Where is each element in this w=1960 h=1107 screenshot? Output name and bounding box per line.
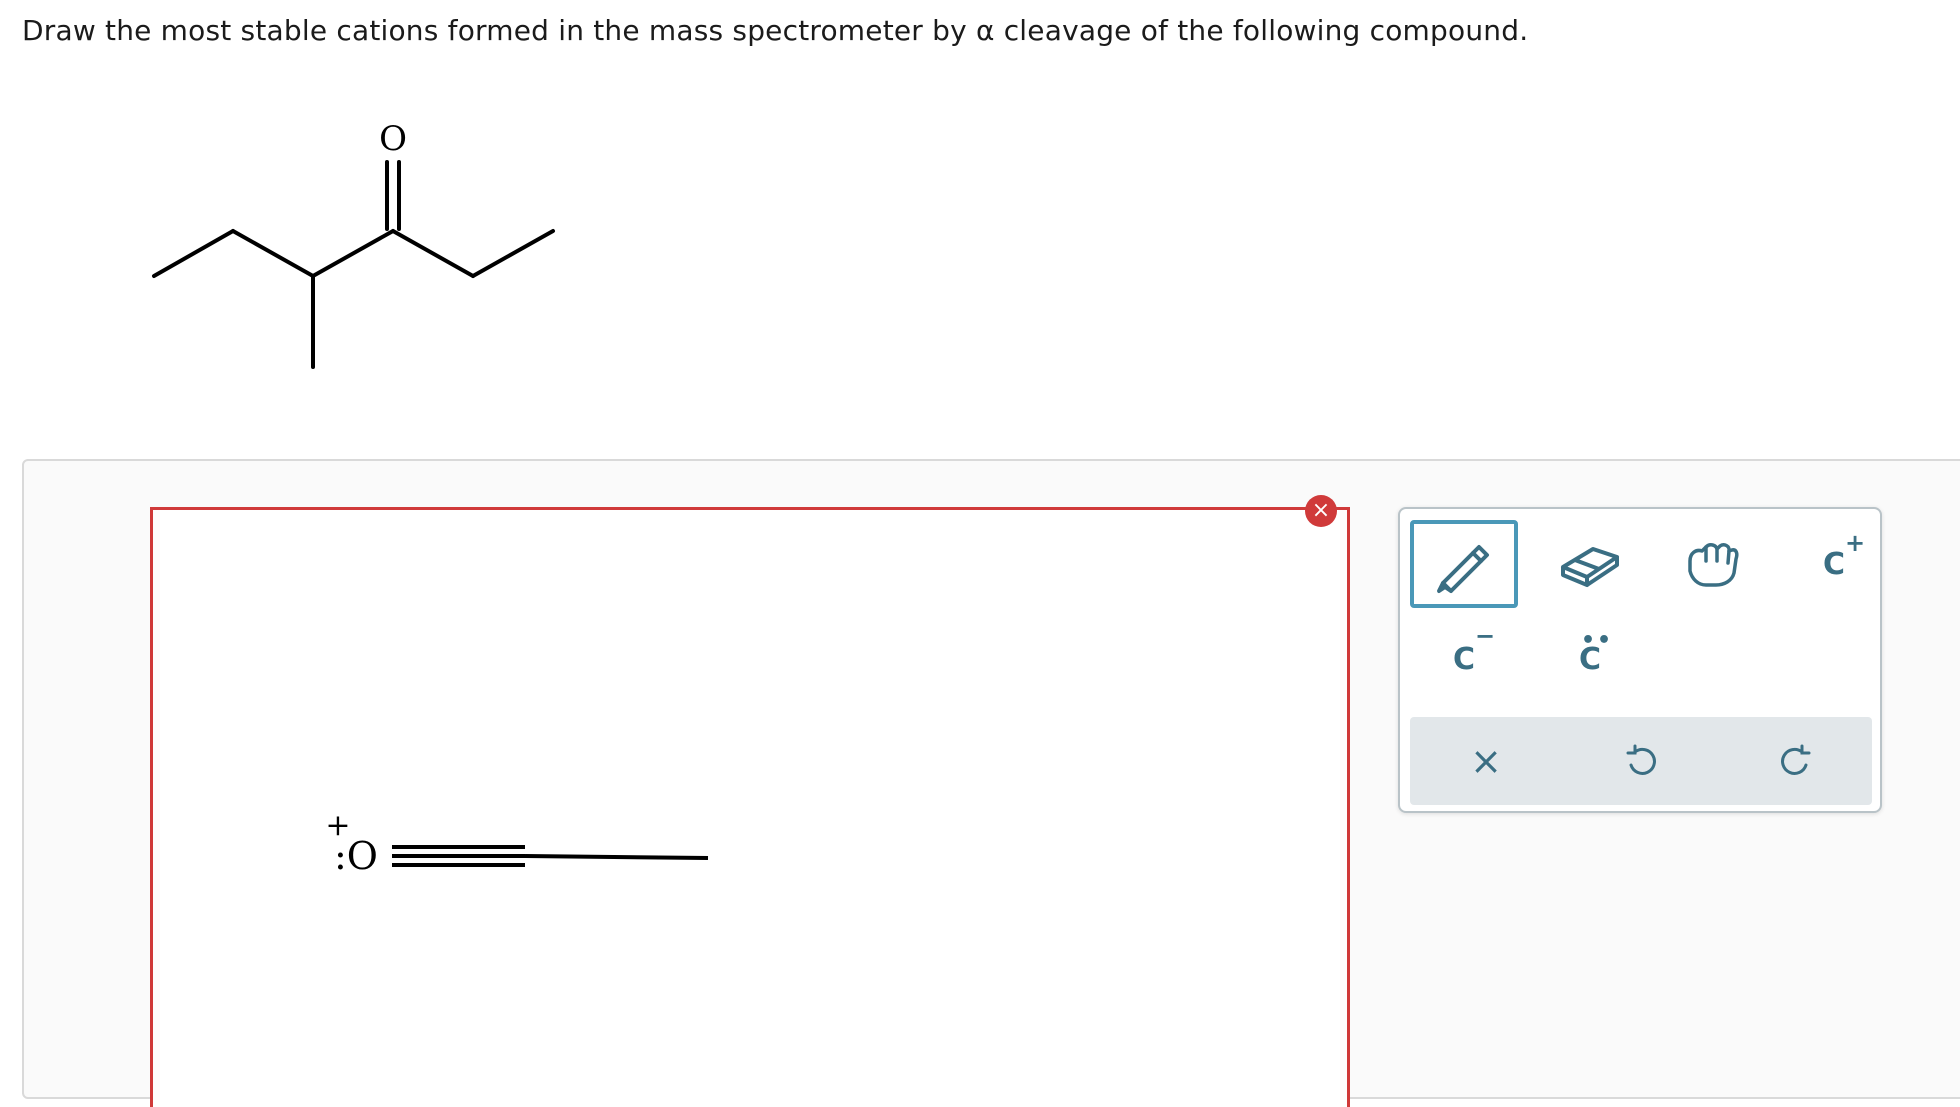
- carbanion-icon: C −: [1452, 621, 1496, 677]
- redo-button[interactable]: [1760, 725, 1832, 797]
- eraser-tool-button[interactable]: [1550, 524, 1630, 604]
- add-anion-tool-button[interactable]: C −: [1424, 619, 1504, 699]
- clear-icon: ×: [1470, 739, 1502, 783]
- hand-icon: [1688, 543, 1739, 587]
- eraser-icon: [1561, 547, 1619, 587]
- lone-pair-icon: C ••: [1578, 627, 1614, 677]
- add-cation-tool-button[interactable]: C +: [1794, 524, 1874, 604]
- clear-button[interactable]: ×: [1450, 725, 1522, 797]
- pencil-icon: [1437, 545, 1489, 593]
- carbocation-icon: C +: [1822, 528, 1866, 582]
- undo-button[interactable]: [1605, 725, 1677, 797]
- add-lone-pair-tool-button[interactable]: C ••: [1550, 619, 1630, 699]
- remove-canvas-button[interactable]: ×: [1305, 495, 1337, 527]
- ethyl-bond: [524, 854, 709, 860]
- close-icon: ×: [1311, 498, 1331, 523]
- acylium-oxygen-label: :O: [334, 834, 378, 878]
- action-bar: ×: [1410, 717, 1872, 805]
- drawing-toolbox: C + C − C •• ×: [1398, 507, 1882, 813]
- hand-tool-button[interactable]: [1672, 524, 1752, 604]
- undo-icon: [1626, 744, 1656, 775]
- pencil-tool-button[interactable]: [1410, 520, 1518, 608]
- redo-icon: [1781, 744, 1811, 775]
